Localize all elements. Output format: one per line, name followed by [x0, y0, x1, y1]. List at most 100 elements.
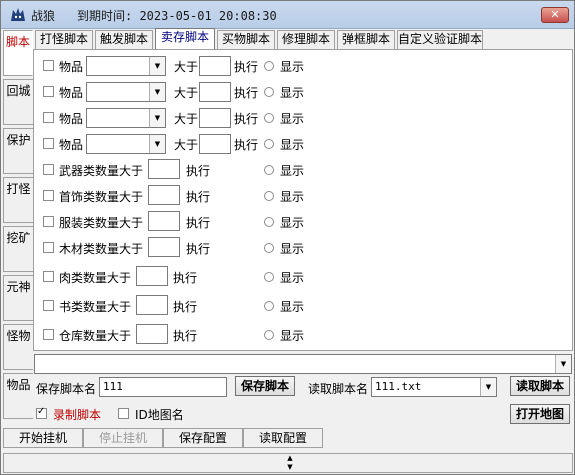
- close-button[interactable]: ✕: [541, 7, 569, 23]
- greater-than-label: 大于: [174, 138, 199, 152]
- chevron-down-icon[interactable]: ▼: [149, 109, 165, 127]
- item-checkbox[interactable]: [43, 86, 54, 97]
- show-radio[interactable]: [264, 217, 274, 227]
- chevron-down-icon[interactable]: ▼: [555, 355, 571, 373]
- side-tab-mining[interactable]: 挖矿: [3, 226, 33, 272]
- item-amount-input[interactable]: [199, 134, 231, 154]
- save-script-button[interactable]: 保存脚本: [235, 376, 295, 396]
- id-map-label: ID地图名: [135, 408, 184, 422]
- meat-checkbox[interactable]: [43, 271, 54, 282]
- execute-label: 执行: [234, 86, 259, 100]
- side-tab-item[interactable]: 物品: [3, 373, 33, 419]
- stop-afk-button[interactable]: 停止挂机: [83, 428, 163, 448]
- show-radio[interactable]: [264, 301, 274, 311]
- load-config-button[interactable]: 读取配置: [243, 428, 323, 448]
- chevron-down-icon[interactable]: ▼: [149, 135, 165, 153]
- item-select[interactable]: ▼: [86, 134, 166, 154]
- tab-popup-script[interactable]: 弹框脚本: [337, 30, 395, 49]
- book-checkbox[interactable]: [43, 300, 54, 311]
- show-radio[interactable]: [264, 330, 274, 340]
- show-radio[interactable]: [264, 191, 274, 201]
- side-tab-bar: 脚本 回城 保护 打怪 挖矿 元神 怪物 物品: [3, 30, 33, 425]
- show-radio[interactable]: [264, 243, 274, 253]
- title-bar[interactable]: 战狼 到期时间: 2023-05-01 20:08:30 ✕: [1, 1, 574, 29]
- close-icon: ✕: [550, 8, 560, 21]
- save-script-name-label: 保存脚本名: [36, 382, 97, 396]
- expiry-time: 到期时间: 2023-05-01 20:08:30: [77, 9, 277, 23]
- load-script-name-value: 111.txt: [375, 380, 422, 393]
- status-bar: ▲ ▼: [3, 453, 573, 473]
- show-radio[interactable]: [264, 272, 274, 282]
- show-label: 显示: [280, 216, 305, 230]
- tab-trigger-script[interactable]: 触发脚本: [95, 30, 153, 49]
- item-checkbox[interactable]: [43, 112, 54, 123]
- side-tab-script[interactable]: 脚本: [3, 30, 33, 76]
- wood-count-input[interactable]: [148, 237, 180, 257]
- item-amount-input[interactable]: [199, 108, 231, 128]
- item-amount-input[interactable]: [199, 56, 231, 76]
- jewelry-count-input[interactable]: [148, 185, 180, 205]
- show-radio[interactable]: [264, 87, 274, 97]
- execute-label: 执行: [186, 164, 211, 178]
- wood-count-label: 木材类数量大于: [59, 242, 144, 256]
- load-script-button[interactable]: 读取脚本: [510, 376, 570, 396]
- tab-sell-store-script[interactable]: 卖存脚本: [155, 28, 215, 50]
- script-select[interactable]: ▼: [34, 354, 572, 374]
- open-map-button[interactable]: 打开地图: [510, 404, 570, 424]
- show-radio[interactable]: [264, 165, 274, 175]
- warehouse-count-label: 仓库数量大于: [59, 329, 132, 343]
- sell-store-panel: 物品 ▼ 大于 执行 显示 物品 ▼ 大于 执行 显示 物品 ▼ 大于 执行 显: [33, 49, 573, 351]
- main-window: 战狼 到期时间: 2023-05-01 20:08:30 ✕ 脚本 回城 保护 …: [0, 0, 575, 475]
- item-select[interactable]: ▼: [86, 56, 166, 76]
- meat-count-input[interactable]: [136, 266, 168, 286]
- load-script-select[interactable]: 111.txt ▼: [371, 377, 497, 397]
- item-label: 物品: [59, 138, 84, 152]
- app-title: 战狼: [31, 9, 56, 23]
- weapon-checkbox[interactable]: [43, 164, 54, 175]
- book-count-input[interactable]: [136, 295, 168, 315]
- side-tab-fight-monster[interactable]: 打怪: [3, 177, 33, 223]
- side-tab-spirit[interactable]: 元神: [3, 275, 33, 321]
- item-select[interactable]: ▼: [86, 108, 166, 128]
- wood-checkbox[interactable]: [43, 242, 54, 253]
- jewelry-count-label: 首饰类数量大于: [59, 190, 144, 204]
- show-radio[interactable]: [264, 139, 274, 149]
- tab-buy-script[interactable]: 买物脚本: [217, 30, 275, 49]
- side-tab-return-city[interactable]: 回城: [3, 79, 33, 125]
- jewelry-checkbox[interactable]: [43, 190, 54, 201]
- side-tab-protect[interactable]: 保护: [3, 128, 33, 174]
- record-script-checkbox[interactable]: [36, 406, 47, 419]
- load-script-name-label: 读取脚本名: [308, 382, 369, 396]
- show-label: 显示: [280, 60, 305, 74]
- greater-than-label: 大于: [174, 86, 199, 100]
- item-checkbox[interactable]: [43, 138, 54, 149]
- execute-label: 执行: [173, 300, 198, 314]
- execute-label: 执行: [173, 271, 198, 285]
- clothing-checkbox[interactable]: [43, 216, 54, 227]
- tab-fight-script[interactable]: 打怪脚本: [35, 30, 93, 49]
- tab-custom-verify-script[interactable]: 自定义验证脚本: [397, 30, 483, 49]
- weapon-count-input[interactable]: [148, 159, 180, 179]
- item-amount-input[interactable]: [199, 82, 231, 102]
- save-script-name-input[interactable]: 111: [99, 377, 227, 397]
- start-afk-button[interactable]: 开始挂机: [3, 428, 83, 448]
- warehouse-count-input[interactable]: [136, 324, 168, 344]
- show-label: 显示: [280, 164, 305, 178]
- show-radio[interactable]: [264, 61, 274, 71]
- chevron-down-icon[interactable]: ▼: [149, 57, 165, 75]
- chevron-down-icon[interactable]: ▼: [149, 83, 165, 101]
- save-config-button[interactable]: 保存配置: [163, 428, 243, 448]
- execute-label: 执行: [186, 216, 211, 230]
- item-select[interactable]: ▼: [86, 82, 166, 102]
- chevron-down-icon[interactable]: ▼: [480, 378, 496, 396]
- warehouse-checkbox[interactable]: [43, 329, 54, 340]
- item-checkbox[interactable]: [43, 60, 54, 71]
- show-radio[interactable]: [264, 113, 274, 123]
- clothing-count-input[interactable]: [148, 211, 180, 231]
- tab-repair-script[interactable]: 修理脚本: [277, 30, 335, 49]
- id-map-checkbox[interactable]: [118, 408, 129, 419]
- save-script-name-value: 111: [103, 380, 123, 393]
- side-tab-monster[interactable]: 怪物: [3, 324, 33, 370]
- execute-label: 执行: [234, 112, 259, 126]
- splitter-handle[interactable]: ▲ ▼: [284, 454, 296, 472]
